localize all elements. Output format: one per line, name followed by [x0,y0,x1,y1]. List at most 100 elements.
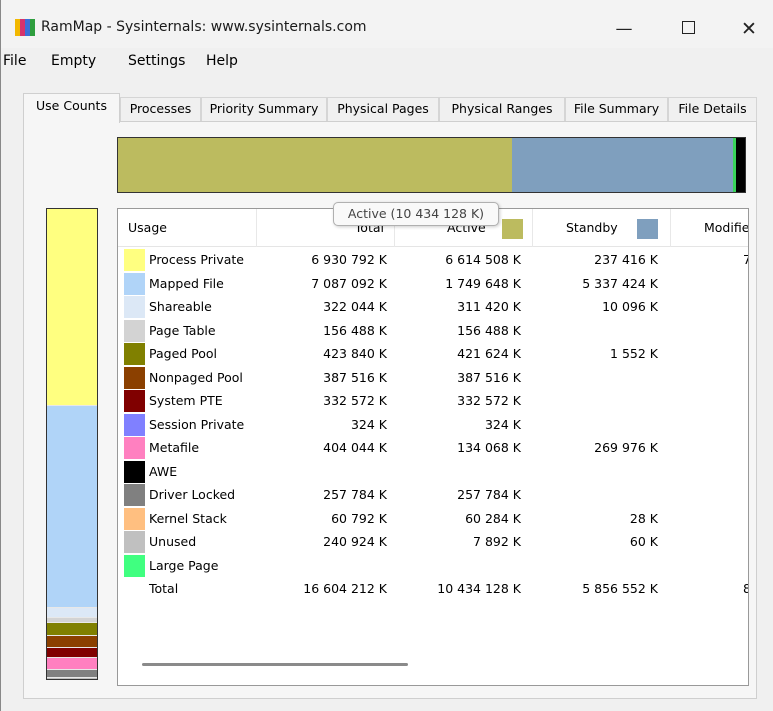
total-value: 257 784 K [323,487,387,502]
usage-color-swatch [124,413,145,436]
left-bar-segment-process-private [47,209,97,405]
usage-color-swatch [124,531,145,553]
table-row[interactable]: Large Page [118,554,748,578]
active-value: 156 488 K [457,322,521,338]
table-row[interactable]: Nonpaged Pool 387 516 K 387 516 K [118,366,748,390]
left-bar-segment-metafile [47,658,97,669]
left-bar-segment-page-table [47,618,97,622]
left-bar-segment-nonpaged-pool [47,636,97,647]
use-counts-list[interactable]: Usage Total Active Standby Modifie Proce… [117,208,749,686]
menu-empty[interactable]: Empty [51,53,96,69]
usage-color-swatch [124,390,145,412]
table-row[interactable]: Kernel Stack 60 792 K 60 284 K 28 K [118,507,748,531]
close-button[interactable]: ✕ [726,12,772,46]
active-tooltip: Active (10 434 128 K) [333,202,499,226]
column-label-standby: Standby [566,220,618,235]
standby-value: 60 K [629,534,658,549]
usage-label: Unused [149,534,197,549]
usage-label: Session Private [149,416,245,432]
menu-help[interactable]: Help [206,53,238,69]
active-value: 311 420 K [457,299,521,314]
rammap-app-icon [15,19,35,36]
standby-value: 269 976 K [594,440,658,455]
table-row[interactable]: Metafile 404 044 K 134 068 K 269 976 K [118,436,748,460]
total-value: 324 K [350,416,387,432]
standby-value: 5 856 552 K [582,581,658,596]
standby-value: 5 337 424 K [582,275,658,291]
table-row[interactable]: Session Private 324 K 324 K [118,413,748,437]
modified-value: 7 [743,252,748,267]
usage-label: Process Private [149,252,244,267]
tab-file-summary[interactable]: File Summary [565,97,668,121]
standby-value: 28 K [629,510,658,526]
close-icon: ✕ [741,18,757,40]
total-value: 322 044 K [323,299,387,314]
usage-vertical-bar [46,208,98,680]
total-value: 156 488 K [323,322,387,338]
usage-label: Driver Locked [149,487,236,502]
rammap-window: RamMap - Sysinternals: www.sysinternals.… [0,0,773,711]
column-header-usage[interactable]: Usage [118,209,257,247]
active-value: 324 K [484,416,521,432]
table-row[interactable]: Driver Locked 257 784 K 257 784 K [118,483,748,507]
active-value: 332 572 K [457,393,521,408]
column-label-modified: Modifie [704,220,749,235]
left-bar-segment-shareable [47,608,97,617]
table-row[interactable]: Mapped File 7 087 092 K 1 749 648 K 5 337 4… [118,272,748,296]
minimize-button[interactable]: — [601,12,647,46]
menu-file[interactable]: File [3,53,26,69]
modified-value: 8 [743,581,748,596]
usage-color-swatch [124,507,145,530]
usage-color-swatch [124,484,145,506]
column-header-standby[interactable]: Standby [533,209,671,247]
table-row[interactable]: System PTE 332 572 K 332 572 K [118,389,748,413]
usage-label: Shareable [149,299,212,314]
total-value: 6 930 792 K [311,252,387,267]
minimize-icon: — [615,19,633,39]
active-value: 1 749 648 K [445,275,521,291]
usage-label: Nonpaged Pool [149,369,243,385]
active-value: 421 624 K [457,346,521,361]
maximize-button[interactable] [665,12,711,46]
horizontal-scrollbar[interactable] [142,663,408,666]
table-row[interactable]: Total 16 604 212 K 10 434 128 K 5 856 552 K… [118,577,748,601]
left-bar-segment-mapped-file [47,406,97,607]
usage-color-swatch [124,437,145,459]
column-header-modified[interactable]: Modifie [671,209,749,247]
total-value: 60 792 K [331,510,387,526]
standby-value: 1 552 K [610,346,658,361]
left-bar-segment-paged-pool [47,623,97,635]
table-row[interactable]: AWE [118,460,748,484]
memory-priority-bar [117,137,746,193]
tab-file-details[interactable]: File Details [668,97,757,121]
usage-color-swatch [124,366,145,389]
table-row[interactable]: Process Private 6 930 792 K 6 614 508 K 237… [118,248,748,272]
total-value: 16 604 212 K [303,581,387,596]
active-value: 7 892 K [473,534,521,549]
title-bar: RamMap - Sysinternals: www.sysinternals.… [1,0,773,48]
usage-label: Page Table [149,322,216,338]
standby-color-swatch [637,219,658,239]
active-value: 10 434 128 K [437,581,521,596]
standby-value: 237 416 K [594,252,658,267]
top-bar-segment-active [118,138,512,192]
usage-color-swatch [124,460,145,483]
menu-settings[interactable]: Settings [128,53,185,69]
usage-label: Mapped File [149,275,224,291]
usage-color-swatch [124,319,145,342]
tab-bar: Use Counts Processes Priority Summary Ph… [23,93,763,123]
table-row[interactable]: Shareable 322 044 K 311 420 K 10 096 K [118,295,748,319]
table-row[interactable]: Paged Pool 423 840 K 421 624 K 1 552 K [118,342,748,366]
left-bar-segment-unused [47,678,97,679]
tab-physical-ranges[interactable]: Physical Ranges [439,97,565,121]
tab-use-counts[interactable]: Use Counts [23,93,120,123]
tab-priority-summary[interactable]: Priority Summary [201,97,327,121]
standby-value: 10 096 K [602,299,658,314]
usage-label: Metafile [149,440,200,455]
left-bar-segment-driver-locked [47,670,97,677]
tab-physical-pages[interactable]: Physical Pages [327,97,439,121]
table-row[interactable]: Page Table 156 488 K 156 488 K [118,319,748,343]
tab-processes[interactable]: Processes [120,97,201,121]
usage-label: Total [149,581,179,596]
table-row[interactable]: Unused 240 924 K 7 892 K 60 K [118,530,748,554]
